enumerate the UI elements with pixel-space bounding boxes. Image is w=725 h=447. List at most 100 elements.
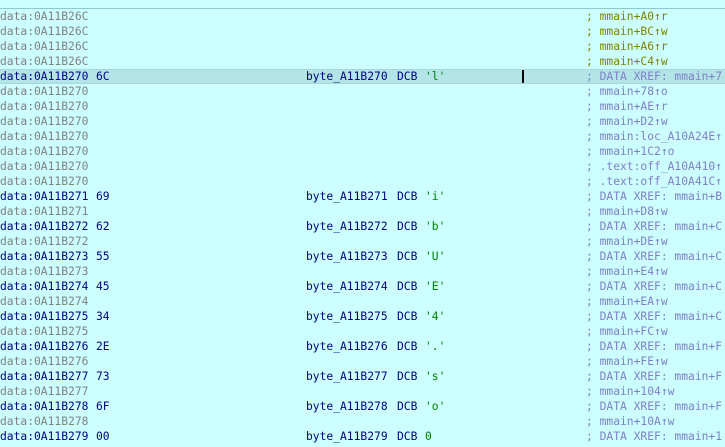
- data-label[interactable]: byte_A11B274: [306, 279, 388, 294]
- listing-row[interactable]: data:0A11B26C ; mmain+BC↑w: [0, 24, 725, 39]
- listing-row[interactable]: data:0A11B279 00 byte_A11B279 DCB 0 ; DATA XR…: [0, 429, 725, 444]
- data-label[interactable]: byte_A11B272: [306, 219, 388, 234]
- xref-comment[interactable]: ; mmain+BC↑w: [586, 24, 668, 39]
- address: data:0A11B26C: [0, 10, 89, 23]
- listing-row[interactable]: data:0A11B271 69 byte_A11B271 DCB 'i' ; DATA …: [0, 189, 725, 204]
- view-top-border: [0, 0, 725, 9]
- xref-comment[interactable]: ; mmain+E4↑w: [586, 264, 668, 279]
- xref-comment[interactable]: ; mmain+10A↑w: [586, 414, 674, 429]
- operand: 'o': [425, 400, 446, 413]
- data-label[interactable]: byte_A11B277: [306, 369, 388, 384]
- directive: DCB: [397, 340, 418, 353]
- directive: DCB: [397, 280, 418, 293]
- data-label[interactable]: byte_A11B279: [306, 429, 388, 444]
- xref-comment[interactable]: ; mmain:loc_A10A24E↑: [586, 129, 722, 144]
- operand: 'b': [425, 220, 446, 233]
- address: data:0A11B278: [0, 415, 89, 428]
- xref-comment[interactable]: ; DATA XREF: mmain+1: [586, 429, 722, 444]
- xref-comment[interactable]: ; mmain+D2↑w: [586, 114, 668, 129]
- address: data:0A11B26C: [0, 40, 89, 53]
- xref-comment[interactable]: ; DATA XREF: mmain+C: [586, 249, 722, 264]
- operand: '.': [425, 340, 446, 353]
- listing-row[interactable]: data:0A11B270 ; .text:off_A10A41C↑: [0, 174, 725, 189]
- listing-row[interactable]: data:0A11B270 ; .text:off_A10A410↑: [0, 159, 725, 174]
- data-label[interactable]: byte_A11B270: [306, 69, 388, 84]
- listing-row[interactable]: data:0A11B274 45 byte_A11B274 DCB 'E' ; DATA …: [0, 279, 725, 294]
- listing-row[interactable]: data:0A11B273 55 byte_A11B273 DCB 'U' ; DATA …: [0, 249, 725, 264]
- directive: DCB: [397, 220, 418, 233]
- data-label[interactable]: byte_A11B278: [306, 399, 388, 414]
- byte-value: 34: [96, 310, 110, 323]
- xref-comment[interactable]: ; DATA XREF: mmain+7: [586, 69, 722, 84]
- xref-comment[interactable]: ; DATA XREF: mmain+C: [586, 219, 722, 234]
- address: data:0A11B271: [0, 205, 89, 218]
- address: data:0A11B271: [0, 190, 89, 203]
- xref-comment[interactable]: ; mmain+AE↑r: [586, 99, 668, 114]
- listing-row[interactable]: data:0A11B276 ; mmain+FE↑w: [0, 354, 725, 369]
- xref-comment[interactable]: ; mmain+A0↑r: [586, 9, 668, 24]
- listing-row[interactable]: data:0A11B26C ; mmain+A6↑r: [0, 39, 725, 54]
- listing-row[interactable]: data:0A11B274 ; mmain+EA↑w: [0, 294, 725, 309]
- data-label[interactable]: byte_A11B275: [306, 309, 388, 324]
- xref-comment[interactable]: ; mmain+FC↑w: [586, 324, 668, 339]
- address: data:0A11B272: [0, 220, 89, 233]
- byte-value: 69: [96, 190, 110, 203]
- disassembly-listing[interactable]: data:0A11B26C ; mmain+A0↑r data:0A11B26C ; …: [0, 9, 725, 444]
- data-label[interactable]: byte_A11B273: [306, 249, 388, 264]
- address: data:0A11B273: [0, 265, 89, 278]
- xref-comment[interactable]: ; DATA XREF: mmain+B: [586, 189, 722, 204]
- listing-row[interactable]: data:0A11B270 ; mmain+1C2↑o: [0, 144, 725, 159]
- xref-comment[interactable]: ; mmain+C4↑w: [586, 54, 668, 69]
- address: data:0A11B270: [0, 100, 89, 113]
- listing-row[interactable]: data:0A11B26C ; mmain+C4↑w: [0, 54, 725, 69]
- listing-row[interactable]: data:0A11B270 ; mmain+AE↑r: [0, 99, 725, 114]
- xref-comment[interactable]: ; mmain+DE↑w: [586, 234, 668, 249]
- address: data:0A11B276: [0, 355, 89, 368]
- operand: 's': [425, 370, 446, 383]
- address: data:0A11B273: [0, 250, 89, 263]
- operand: 0: [425, 430, 432, 443]
- text-cursor: [522, 70, 524, 83]
- address: data:0A11B270: [0, 160, 89, 173]
- operand: 'i': [425, 190, 446, 203]
- xref-comment[interactable]: ; mmain+A6↑r: [586, 39, 668, 54]
- listing-row[interactable]: data:0A11B278 6F byte_A11B278 DCB 'o' ; DATA …: [0, 399, 725, 414]
- xref-comment[interactable]: ; DATA XREF: mmain+F: [586, 339, 722, 354]
- listing-row[interactable]: data:0A11B272 62 byte_A11B272 DCB 'b' ; DATA …: [0, 219, 725, 234]
- byte-value: 45: [96, 280, 110, 293]
- byte-value: 62: [96, 220, 110, 233]
- listing-row[interactable]: data:0A11B278 ; mmain+10A↑w: [0, 414, 725, 429]
- xref-comment[interactable]: ; DATA XREF: mmain+F: [586, 369, 722, 384]
- xref-comment[interactable]: ; DATA XREF: mmain+F: [586, 399, 722, 414]
- byte-value: 2E: [96, 340, 110, 353]
- directive: DCB: [397, 310, 418, 323]
- listing-row[interactable]: data:0A11B26C ; mmain+A0↑r: [0, 9, 725, 24]
- xref-comment[interactable]: ; mmain+D8↑w: [586, 204, 668, 219]
- listing-row[interactable]: data:0A11B272 ; mmain+DE↑w: [0, 234, 725, 249]
- listing-row[interactable]: data:0A11B270 ; mmain+D2↑w: [0, 114, 725, 129]
- directive: DCB: [397, 400, 418, 413]
- xref-comment[interactable]: ; mmain+EA↑w: [586, 294, 668, 309]
- listing-row-selected[interactable]: data:0A11B270 6C byte_A11B270 DCB 'l' ; DATA …: [0, 69, 725, 84]
- xref-comment[interactable]: ; .text:off_A10A410↑: [586, 159, 722, 174]
- xref-comment[interactable]: ; mmain+78↑o: [586, 84, 668, 99]
- xref-comment[interactable]: ; mmain+FE↑w: [586, 354, 668, 369]
- listing-row[interactable]: data:0A11B277 73 byte_A11B277 DCB 's' ; DATA …: [0, 369, 725, 384]
- listing-row[interactable]: data:0A11B275 34 byte_A11B275 DCB '4' ; DATA …: [0, 309, 725, 324]
- xref-comment[interactable]: ; DATA XREF: mmain+C: [586, 309, 722, 324]
- xref-comment[interactable]: ; .text:off_A10A41C↑: [586, 174, 722, 189]
- listing-row[interactable]: data:0A11B276 2E byte_A11B276 DCB '.' ; DATA …: [0, 339, 725, 354]
- xref-comment[interactable]: ; DATA XREF: mmain+C: [586, 279, 722, 294]
- listing-row[interactable]: data:0A11B270 ; mmain+78↑o: [0, 84, 725, 99]
- directive: DCB: [397, 370, 418, 383]
- xref-comment[interactable]: ; mmain+104↑w: [586, 384, 674, 399]
- listing-row[interactable]: data:0A11B271 ; mmain+D8↑w: [0, 204, 725, 219]
- data-label[interactable]: byte_A11B276: [306, 339, 388, 354]
- xref-comment[interactable]: ; mmain+1C2↑o: [586, 144, 674, 159]
- listing-row[interactable]: data:0A11B275 ; mmain+FC↑w: [0, 324, 725, 339]
- directive: DCB: [397, 190, 418, 203]
- listing-row[interactable]: data:0A11B277 ; mmain+104↑w: [0, 384, 725, 399]
- listing-row[interactable]: data:0A11B270 ; mmain:loc_A10A24E↑: [0, 129, 725, 144]
- data-label[interactable]: byte_A11B271: [306, 189, 388, 204]
- listing-row[interactable]: data:0A11B273 ; mmain+E4↑w: [0, 264, 725, 279]
